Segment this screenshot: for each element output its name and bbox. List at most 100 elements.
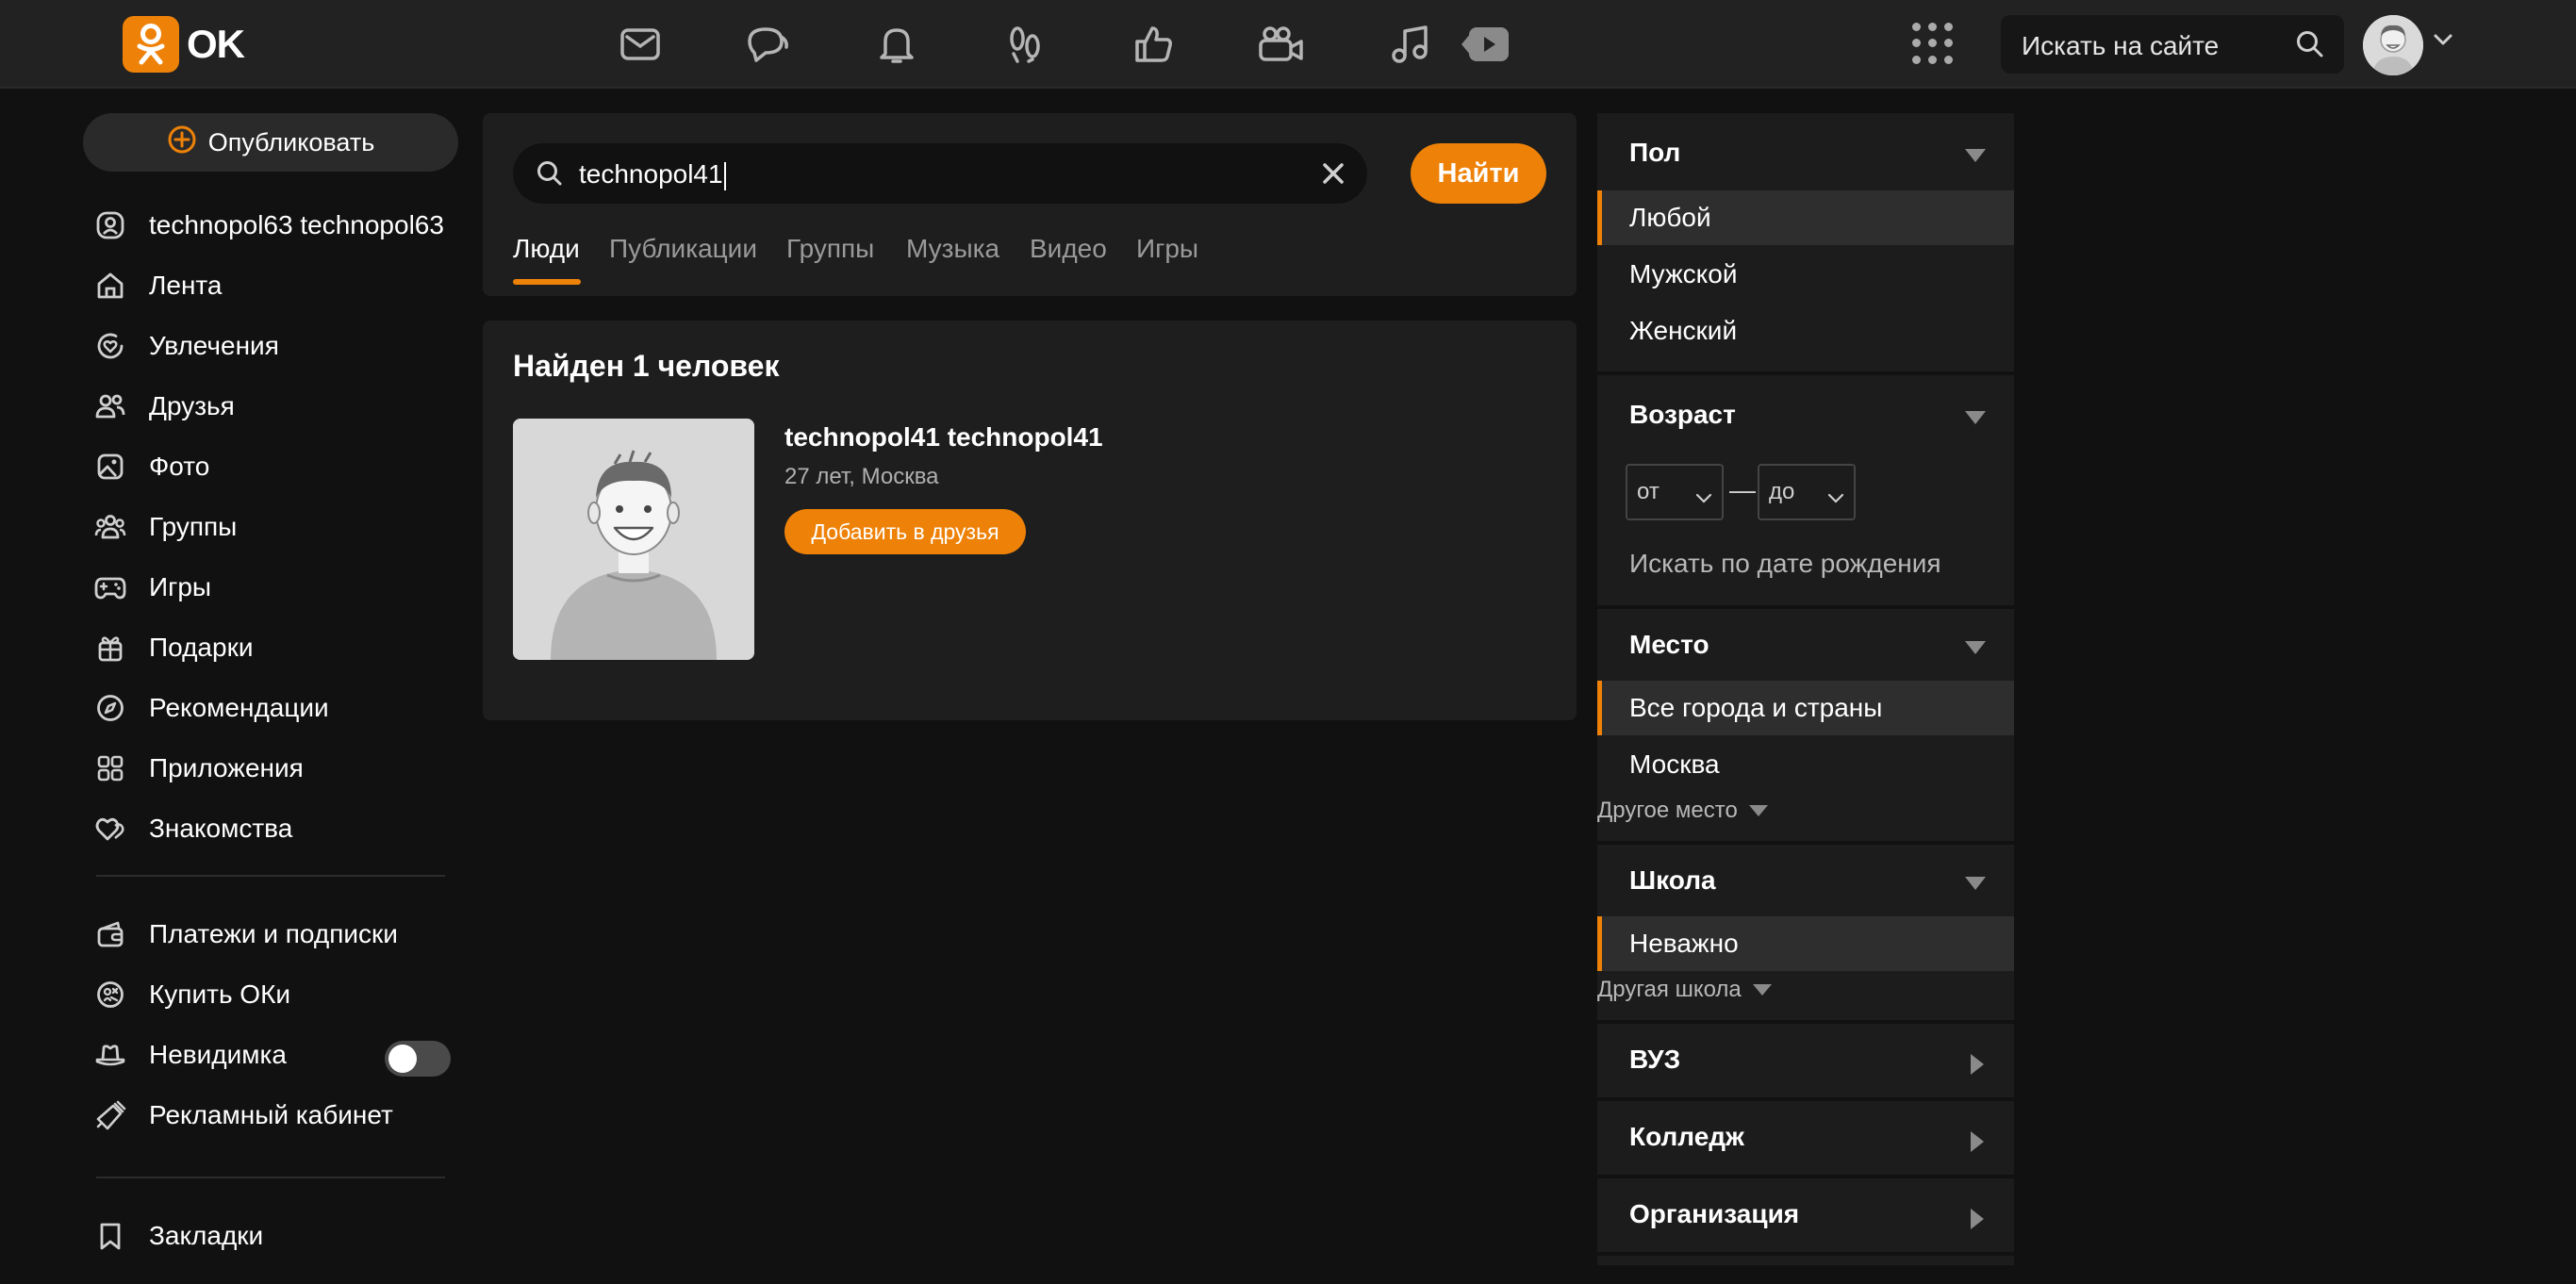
sidebar-item-buy-oki[interactable]: Купить ОКи [94, 971, 290, 1018]
collapse-triangle-icon[interactable] [1965, 149, 1986, 162]
age-range-dash: — [1729, 475, 1756, 504]
music-note-icon[interactable] [1382, 17, 1437, 72]
filter-gender: Пол Любой Мужской Женский [1597, 113, 2014, 375]
search-query-text[interactable]: technopol41 [579, 159, 726, 190]
gender-option-any[interactable]: Любой [1597, 190, 2014, 245]
collapse-triangle-icon[interactable] [1965, 411, 1986, 424]
sidebar-item-label: Приложения [149, 753, 304, 782]
footprints-icon[interactable] [998, 17, 1052, 72]
filter-university-title[interactable]: ВУЗ [1629, 1045, 1680, 1075]
filter-age-title[interactable]: Возраст [1629, 400, 1736, 430]
filter-college[interactable]: Колледж [1597, 1101, 2014, 1178]
sidebar-item-payments[interactable]: Платежи и подписки [94, 911, 398, 958]
person-avatar[interactable] [513, 419, 754, 660]
sidebar-item-games[interactable]: Игры [94, 564, 211, 611]
heart-circle-icon [94, 330, 126, 362]
find-button[interactable]: Найти [1411, 143, 1546, 204]
sidebar-item-label: Подарки [149, 633, 254, 662]
age-to-select[interactable]: до [1758, 464, 1856, 520]
gamepad-icon [94, 571, 126, 603]
filter-school-title[interactable]: Школа [1629, 865, 1716, 896]
tab-publications[interactable]: Публикации [609, 234, 757, 264]
people-search-input[interactable]: technopol41 [513, 143, 1367, 204]
sidebar-item-label: Игры [149, 572, 212, 601]
sidebar-divider [96, 875, 445, 877]
publish-label: Опубликовать [207, 127, 375, 156]
publish-button[interactable]: Опубликовать [83, 113, 458, 172]
tab-music[interactable]: Музыка [906, 234, 999, 264]
sidebar-item-apps[interactable]: Приложения [94, 745, 304, 792]
add-friend-button[interactable]: Добавить в друзья [784, 509, 1026, 554]
place-option-moscow[interactable]: Москва [1597, 737, 2014, 792]
expand-triangle-icon[interactable] [1971, 1131, 1984, 1152]
sidebar-item-label: Рекомендации [149, 693, 329, 722]
sidebar-item-label: Друзья [149, 391, 235, 420]
chat-icon[interactable] [741, 17, 796, 72]
other-place-label: Другое место [1597, 798, 1738, 823]
site-search-placeholder: Искать на сайте [2022, 31, 2220, 60]
other-place-link[interactable]: Другое место [1597, 798, 1768, 824]
clear-search-icon[interactable] [1320, 160, 1346, 191]
invisible-mode-toggle[interactable] [385, 1041, 451, 1077]
sidebar-item-gifts[interactable]: Подарки [94, 624, 253, 671]
sidebar-item-groups[interactable]: Группы [94, 503, 237, 551]
hat-icon [94, 1039, 126, 1071]
expand-triangle-icon[interactable] [1971, 1054, 1984, 1075]
age-to-value: до [1769, 479, 1795, 504]
video-play-icon[interactable] [1458, 17, 1512, 72]
gender-option-male[interactable]: Мужской [1597, 247, 2014, 302]
sidebar-item-photo[interactable]: Фото [94, 443, 209, 490]
chevron-down-icon [1695, 485, 1712, 511]
tab-groups[interactable]: Группы [786, 234, 874, 264]
other-school-label: Другая школа [1597, 977, 1742, 1002]
chevron-down-icon[interactable] [2433, 32, 2453, 52]
expand-triangle-icon [1748, 805, 1768, 816]
sidebar-item-dating[interactable]: Знакомства [94, 805, 292, 852]
filter-college-title[interactable]: Колледж [1629, 1122, 1744, 1152]
filter-university[interactable]: ВУЗ [1597, 1024, 2014, 1101]
gender-option-female[interactable]: Женский [1597, 304, 2014, 358]
sidebar-item-label: Купить ОКи [149, 979, 291, 1009]
tab-games[interactable]: Игры [1136, 234, 1198, 264]
age-from-select[interactable]: от [1626, 464, 1724, 520]
thumbs-up-icon[interactable] [1126, 17, 1181, 72]
tab-people[interactable]: Люди [513, 234, 580, 264]
sidebar-item-label: Группы [149, 512, 238, 541]
collapse-triangle-icon[interactable] [1965, 877, 1986, 890]
sidebar-item-label: Фото [149, 452, 210, 481]
sidebar-item-friends[interactable]: Друзья [94, 383, 235, 430]
user-icon [94, 209, 126, 241]
filter-organization[interactable]: Организация [1597, 1178, 2014, 1256]
search-icon[interactable] [2295, 29, 2325, 64]
person-name[interactable]: technopol41 technopol41 [784, 422, 1103, 453]
sidebar-item-bookmarks[interactable]: Закладки [94, 1212, 263, 1259]
place-option-all[interactable]: Все города и страны [1597, 681, 2014, 735]
apps-grid-icon[interactable] [1912, 23, 1954, 64]
other-school-link[interactable]: Другая школа [1597, 977, 1772, 1003]
sidebar-divider [96, 1177, 445, 1178]
sidebar-item-feed[interactable]: Лента [94, 262, 223, 309]
expand-triangle-icon[interactable] [1971, 1209, 1984, 1229]
school-option-any[interactable]: Неважно [1597, 916, 2014, 971]
bell-icon[interactable] [869, 17, 924, 72]
sidebar-item-hobbies[interactable]: Увлечения [94, 322, 279, 370]
mail-icon[interactable] [613, 17, 668, 72]
site-search-input[interactable]: Искать на сайте [2001, 15, 2344, 74]
video-camera-icon[interactable] [1254, 17, 1309, 72]
search-by-birthdate-link[interactable]: Искать по дате рождения [1629, 549, 1941, 579]
user-avatar[interactable] [2363, 15, 2423, 75]
filter-organization-title[interactable]: Организация [1629, 1199, 1799, 1229]
sidebar-item-label: Рекламный кабинет [149, 1100, 393, 1129]
results-count-title: Найден 1 человек [513, 349, 780, 383]
filter-place-title[interactable]: Место [1629, 630, 1709, 660]
sidebar-item-profile[interactable]: technopol63 technopol63 [94, 202, 444, 249]
filter-gender-title[interactable]: Пол [1629, 138, 1680, 168]
sidebar-item-recommendations[interactable]: Рекомендации [94, 684, 329, 732]
apps-icon [94, 752, 126, 784]
collapse-triangle-icon[interactable] [1965, 641, 1986, 654]
ok-logo[interactable]: OK [123, 16, 245, 73]
chevron-down-icon [1827, 485, 1844, 511]
sidebar-item-ads-cabinet[interactable]: Рекламный кабинет [94, 1092, 393, 1139]
sidebar-item-invisible[interactable]: Невидимка [94, 1031, 287, 1078]
tab-video[interactable]: Видео [1030, 234, 1107, 264]
